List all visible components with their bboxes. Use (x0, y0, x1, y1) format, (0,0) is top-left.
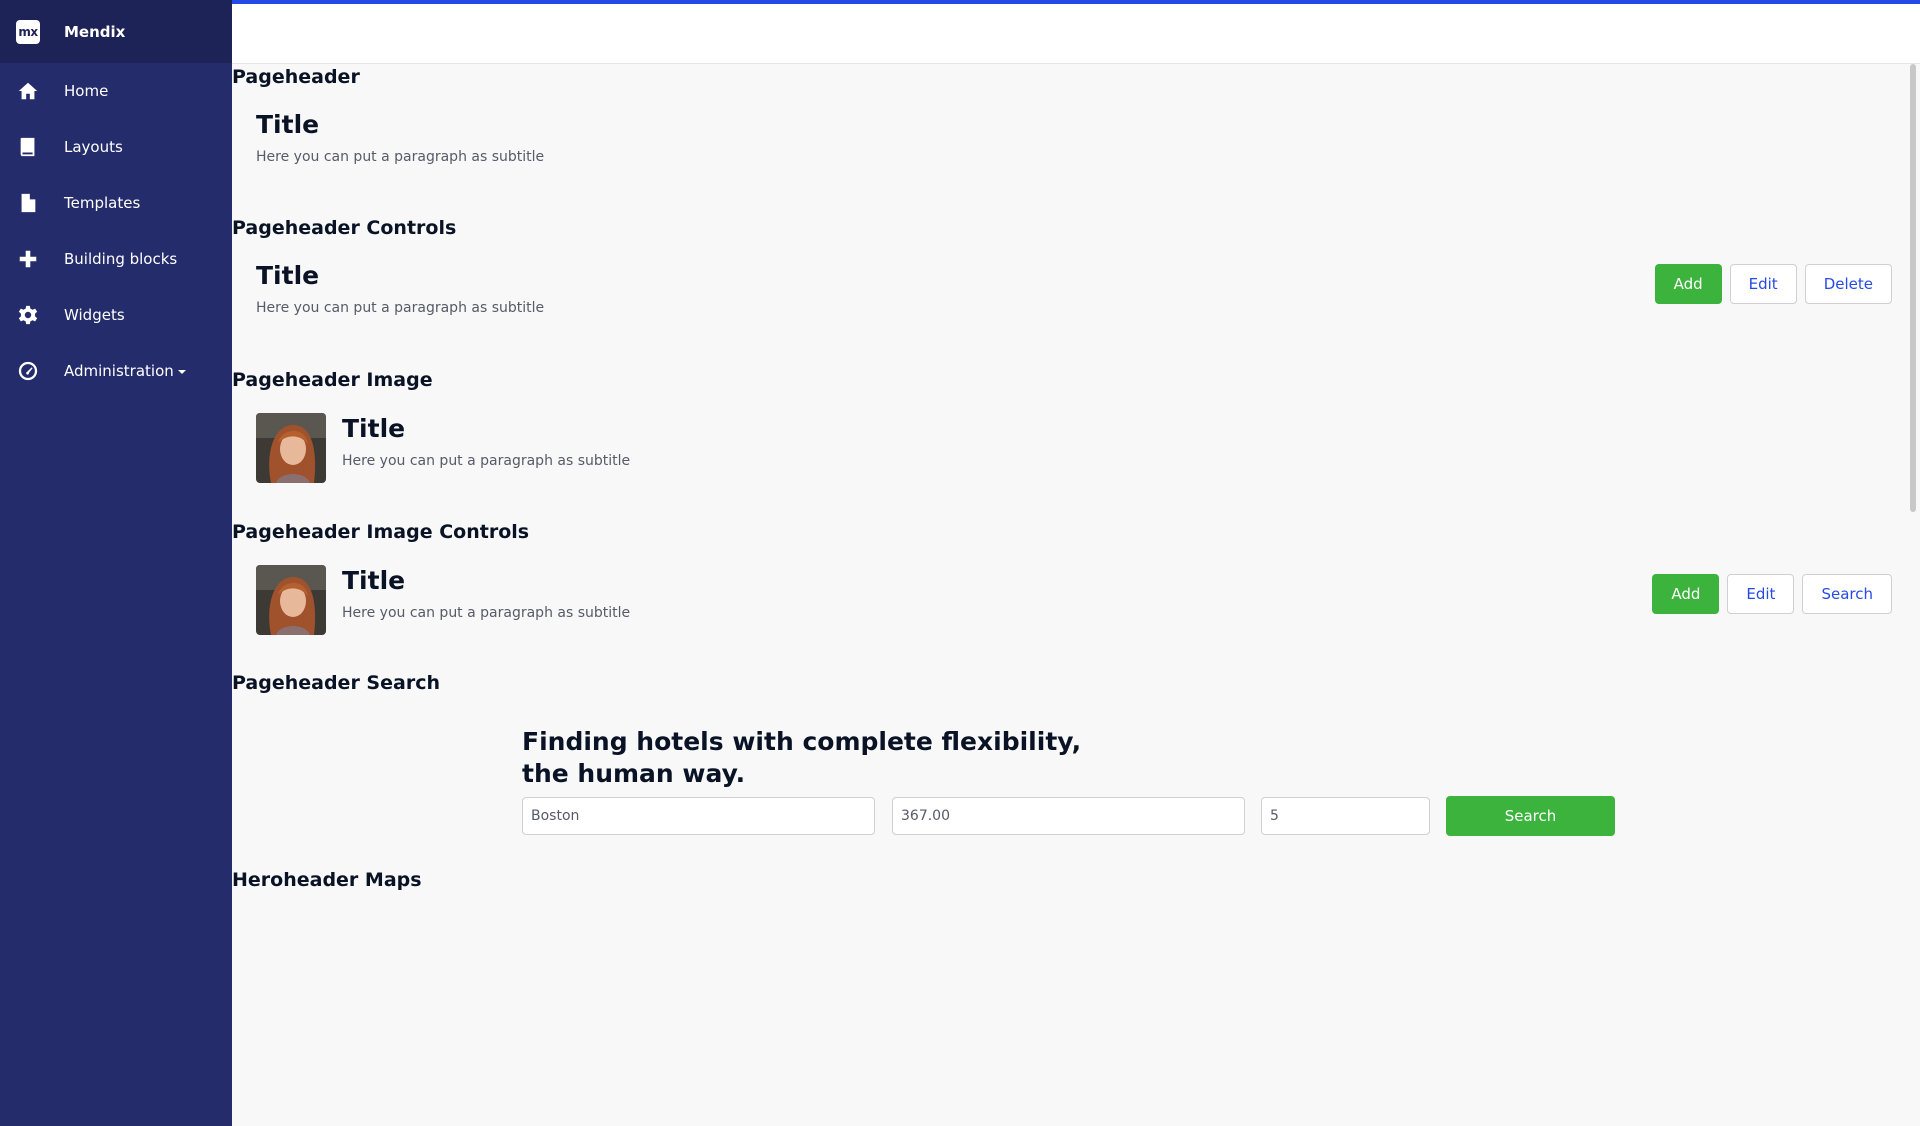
sidebar-item-label: Home (64, 82, 109, 100)
sidebar: mx Mendix Home Layouts Templates Buildin… (0, 0, 232, 1126)
sidebar-item-label: Layouts (64, 138, 123, 156)
page-title: Title (342, 566, 406, 595)
plus-icon (16, 247, 40, 271)
sidebar-item-label: Building blocks (64, 250, 178, 268)
location-input[interactable]: Boston (522, 797, 875, 835)
sidebar-item-label: Templates (64, 194, 141, 212)
guests-input[interactable]: 5 (1261, 797, 1430, 835)
search-heading: Finding hotels with complete flexibility… (522, 726, 1081, 790)
sidebar-item-building-blocks[interactable]: Building blocks (0, 231, 232, 287)
price-input[interactable]: 367.00 (892, 797, 1245, 835)
home-icon (16, 79, 40, 103)
sidebar-item-home[interactable]: Home (0, 63, 232, 119)
button-group: Add Edit Search (1644, 574, 1892, 614)
page-subtitle: Here you can put a paragraph as subtitle (256, 149, 545, 165)
add-button[interactable]: Add (1652, 574, 1720, 614)
heroheader-maps-section: Heroheader Maps (232, 869, 1908, 893)
button-group: Add Edit Delete (1647, 264, 1892, 304)
main-content: Pageheader Title Here you can put a para… (232, 64, 1908, 1126)
sidebar-item-templates[interactable]: Templates (0, 175, 232, 231)
sidebar-item-label: Widgets (64, 306, 125, 324)
caret-down-icon (177, 369, 186, 374)
page-subtitle: Here you can put a paragraph as subtitle (342, 605, 631, 621)
sidebar-item-label: Administration (64, 362, 186, 380)
edit-button[interactable]: Edit (1727, 574, 1795, 614)
gear-icon (16, 303, 40, 327)
pageheader-image-controls-section: Pageheader Image Controls Title Here you… (232, 521, 1908, 635)
pageheader-image-section: Pageheader Image Title Here you can put … (232, 369, 1908, 483)
search-heading-line-1: Finding hotels with complete flexibility… (522, 727, 1082, 756)
avatar (256, 413, 326, 483)
section-heading: Pageheader (232, 66, 360, 88)
brand-name: Mendix (64, 22, 126, 41)
section-heading: Pageheader Image Controls (232, 521, 530, 543)
sidebar-item-layouts[interactable]: Layouts (0, 119, 232, 175)
section-heading: Pageheader Controls (232, 217, 457, 239)
pageheader-section: Pageheader Title Here you can put a para… (232, 66, 1908, 165)
search-button[interactable]: Search (1802, 574, 1892, 614)
section-heading: Pageheader Search (232, 672, 440, 694)
pageheader-controls-section: Pageheader Controls Title Here you can p… (232, 217, 1908, 316)
page-subtitle: Here you can put a paragraph as subtitle (342, 453, 631, 469)
scrollbar[interactable] (1910, 64, 1916, 512)
search-button[interactable]: Search (1446, 796, 1615, 836)
file-icon (16, 191, 40, 215)
top-bar (232, 0, 1920, 64)
avatar (256, 565, 326, 635)
edit-button[interactable]: Edit (1729, 264, 1797, 304)
sidebar-item-widgets[interactable]: Widgets (0, 287, 232, 343)
delete-button[interactable]: Delete (1804, 264, 1892, 304)
mendix-logo: mx (16, 19, 40, 44)
page-title: Title (342, 414, 406, 443)
administration-label: Administration (64, 362, 174, 380)
section-heading: Heroheader Maps (232, 869, 422, 891)
search-heading-line-2: the human way. (522, 759, 746, 788)
pageheader-search-section: Pageheader Search Finding hotels with co… (232, 672, 1908, 902)
section-heading: Pageheader Image (232, 369, 433, 391)
page-title: Title (256, 110, 320, 139)
dashboard-icon (16, 359, 40, 383)
book-icon (16, 135, 40, 159)
add-button[interactable]: Add (1654, 264, 1722, 304)
sidebar-item-administration[interactable]: Administration (0, 343, 232, 399)
brand-bar[interactable]: mx Mendix (0, 0, 232, 63)
